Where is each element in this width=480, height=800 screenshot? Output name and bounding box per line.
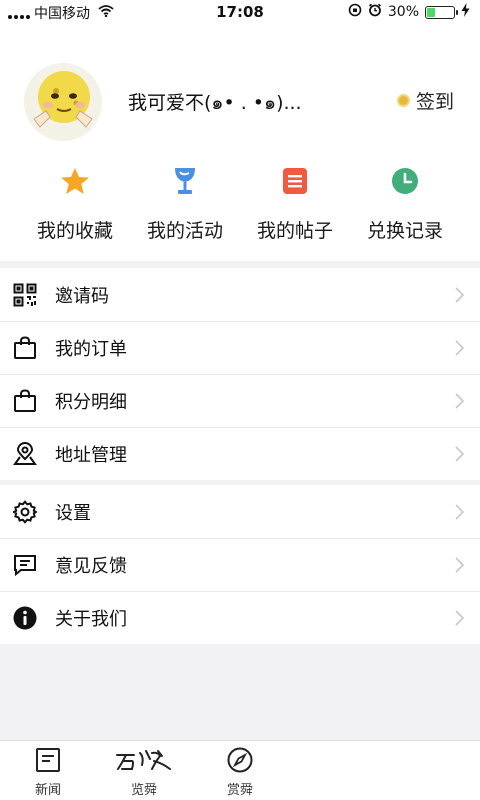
menu-item-label: 积分明细 <box>55 391 127 413</box>
tab-label: 新闻 <box>34 783 61 798</box>
menu-item-settings[interactable]: 设置 <box>0 485 480 538</box>
chevron-right-icon <box>455 287 465 307</box>
status-bar: 中国移动 17:08 30% <box>0 0 480 24</box>
chevron-right-icon <box>455 340 465 360</box>
checkin-button[interactable]: 签到 <box>396 87 454 114</box>
menu-item-label: 设置 <box>55 502 91 524</box>
menu-item-about-us[interactable]: 关于我们 <box>0 591 480 644</box>
info-icon <box>12 605 38 631</box>
avatar[interactable] <box>24 63 102 141</box>
username[interactable]: 我可爱不(๑• . •๑)... <box>128 88 302 118</box>
tab-browse[interactable]: 览舜 <box>96 741 192 800</box>
battery-icon <box>425 5 458 19</box>
menu-group-account: 邀请码 我的订单 积分明细 地址管理 <box>0 268 480 480</box>
feedback-icon <box>12 552 38 578</box>
quick-action-posts[interactable]: 我的帖子 <box>240 166 350 243</box>
tab-label: 赏舜 <box>226 783 253 798</box>
menu-item-label: 关于我们 <box>55 608 127 630</box>
menu-item-address-management[interactable]: 地址管理 <box>0 427 480 480</box>
tab-appreciate[interactable]: 赏舜 <box>192 741 288 800</box>
star-icon <box>20 166 130 196</box>
menu-item-label: 我的订单 <box>55 338 127 360</box>
trophy-cup-icon <box>130 166 240 196</box>
shopping-bag-icon <box>12 335 38 361</box>
brand-script-icon <box>116 750 171 770</box>
shopping-bag-icon <box>12 388 38 414</box>
document-icon <box>240 166 350 196</box>
location-pin-icon <box>12 441 38 467</box>
rotation-lock-icon <box>348 3 362 21</box>
menu-item-label: 邀请码 <box>55 285 109 307</box>
bottom-tab-bar: 新闻 览舜 赏舜 <box>0 740 480 800</box>
menu-item-my-orders[interactable]: 我的订单 <box>0 321 480 374</box>
chevron-right-icon <box>455 610 465 630</box>
battery-level-fill <box>427 7 435 17</box>
charging-bolt-icon <box>461 3 470 21</box>
clock-icon <box>350 166 460 196</box>
battery-percent: 30% <box>387 4 419 20</box>
tab-news[interactable]: 新闻 <box>0 741 96 800</box>
quick-action-label: 我的帖子 <box>256 220 333 242</box>
gear-icon <box>12 499 38 525</box>
quick-action-favorites[interactable]: 我的收藏 <box>20 166 130 243</box>
quick-action-label: 我的活动 <box>146 220 223 242</box>
menu-group-app: 设置 意见反馈 关于我们 <box>0 485 480 644</box>
news-icon <box>0 746 96 774</box>
chevron-right-icon <box>455 393 465 413</box>
quick-action-label: 兑换记录 <box>366 220 443 242</box>
menu-item-invite-code[interactable]: 邀请码 <box>0 268 480 321</box>
menu-item-label: 意见反馈 <box>55 555 127 577</box>
alarm-clock-icon <box>368 3 382 21</box>
profile-page: 中国移动 17:08 30% 我可爱不(๑• . •๑)... 签到 我的收藏 … <box>0 0 480 800</box>
quick-action-label: 我的收藏 <box>36 220 113 242</box>
quick-action-activities[interactable]: 我的活动 <box>130 166 240 243</box>
menu-item-feedback[interactable]: 意见反馈 <box>0 538 480 591</box>
brand-logo <box>96 746 192 774</box>
quick-action-redeem-history[interactable]: 兑换记录 <box>350 166 460 243</box>
compass-icon <box>192 746 288 774</box>
qr-code-icon <box>12 282 38 308</box>
profile-card: 我可爱不(๑• . •๑)... 签到 我的收藏 我的活动 我的帖子 兑换记录 <box>0 24 480 261</box>
status-right: 30% <box>348 3 470 21</box>
quick-actions: 我的收藏 我的活动 我的帖子 兑换记录 <box>0 166 480 243</box>
chevron-right-icon <box>455 504 465 524</box>
checkin-label: 签到 <box>415 91 454 113</box>
coin-icon <box>396 94 410 107</box>
menu-item-points-details[interactable]: 积分明细 <box>0 374 480 427</box>
chevron-right-icon <box>455 446 465 466</box>
moon-emoji-avatar-icon <box>33 71 93 128</box>
tab-label: 览舜 <box>130 783 157 798</box>
menu-item-label: 地址管理 <box>55 444 127 466</box>
chevron-right-icon <box>455 557 465 577</box>
